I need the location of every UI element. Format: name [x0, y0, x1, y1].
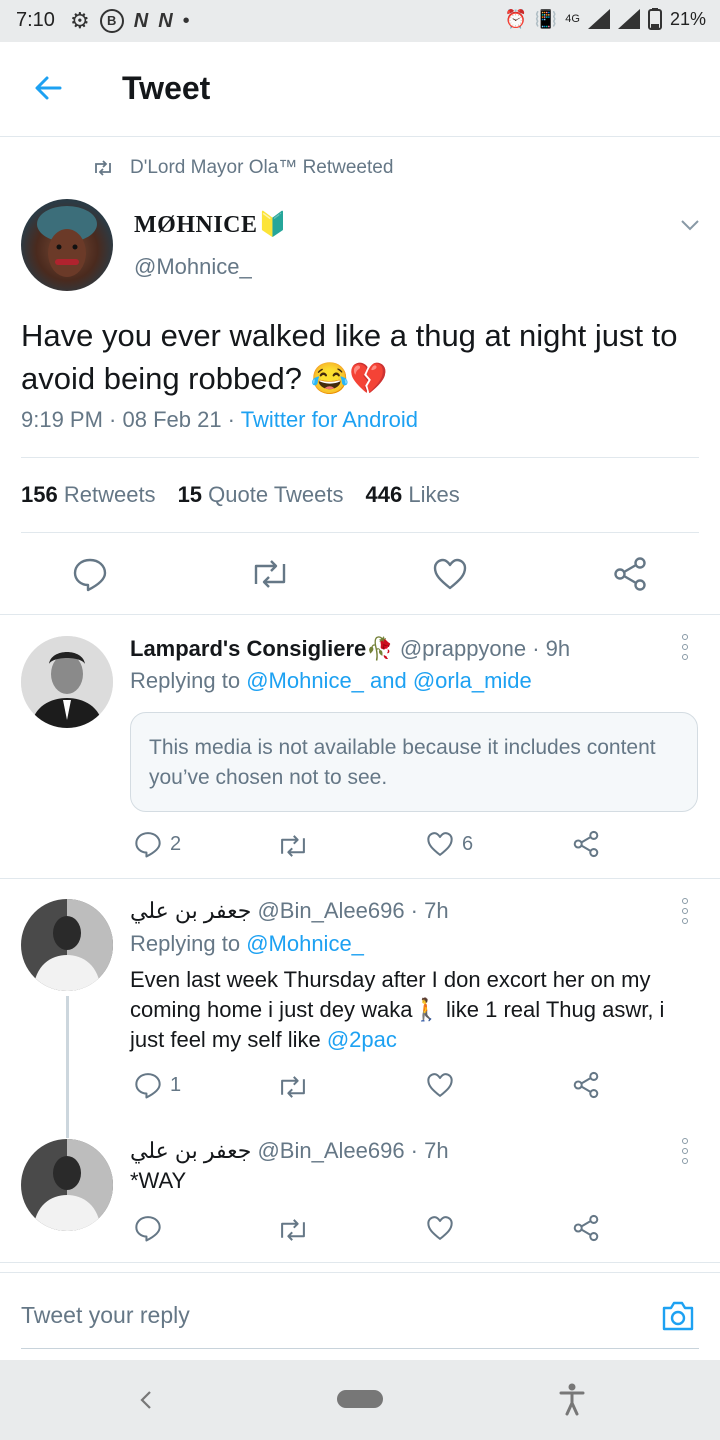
- back-arrow-icon[interactable]: [30, 70, 66, 106]
- tweet-timestamp: 9:19 PM · 08 Feb 21 · Twitter for Androi…: [21, 407, 419, 432]
- retweets-stat[interactable]: 156 Retweets: [21, 482, 156, 508]
- reply-header: جعفر بن علي @Bin_Alee696 · 7h: [130, 898, 449, 924]
- chevron-down-icon[interactable]: [680, 218, 700, 232]
- retweeted-by-label: D'Lord Mayor Ola™ Retweeted: [130, 157, 394, 178]
- replying-to: Replying to @Mohnice_: [130, 931, 364, 956]
- reply-count: 1: [170, 1073, 182, 1096]
- quote-tweets-stat[interactable]: 15 Quote Tweets: [178, 482, 344, 508]
- reply-display-name[interactable]: جعفر بن علي: [130, 898, 251, 923]
- reply-button[interactable]: 2: [134, 830, 181, 858]
- reply-text: Even last week Thursday after I don exco…: [130, 967, 665, 1052]
- status-right-icons: ⏰ 📳 4G 21%: [504, 8, 706, 30]
- reply-icon[interactable]: [134, 1214, 162, 1242]
- reply-button[interactable]: 1: [134, 1071, 181, 1099]
- retweet-icon[interactable]: [277, 1073, 309, 1101]
- more-options-icon[interactable]: [682, 898, 690, 928]
- divider: [0, 1262, 720, 1263]
- page-title: Tweet: [122, 70, 211, 106]
- signal-icon-2: [617, 9, 640, 29]
- avatar-portrait: [37, 206, 97, 277]
- beginner-badge-icon: 🔰: [257, 212, 288, 238]
- reply-display-name[interactable]: Lampard's Consigliere🥀: [130, 636, 394, 661]
- reply-count: 2: [170, 832, 182, 855]
- divider: [0, 878, 720, 879]
- media-unavailable-notice: This media is not available because it i…: [130, 712, 698, 812]
- replying-to: Replying to @Mohnice_ and @orla_mide: [130, 668, 532, 693]
- reply-header: Lampard's Consigliere🥀 @prappyone · 9h: [130, 636, 570, 662]
- dot-icon: •: [182, 9, 190, 32]
- avatar-portrait: [21, 1139, 113, 1231]
- top-app-bar: Tweet: [0, 42, 720, 137]
- like-icon[interactable]: [426, 1214, 454, 1242]
- more-options-icon[interactable]: [682, 1138, 690, 1168]
- avatar[interactable]: [21, 199, 113, 291]
- reply-input[interactable]: Tweet your reply: [21, 1302, 190, 1329]
- divider: [21, 457, 699, 458]
- status-left-icons: ⚙ B N N •: [70, 8, 190, 34]
- alarm-icon: ⏰: [504, 8, 527, 29]
- like-icon: [427, 832, 453, 856]
- reply-text: *WAY: [130, 1168, 187, 1193]
- likes-stat[interactable]: 446 Likes: [366, 482, 460, 508]
- like-icon[interactable]: [426, 1071, 454, 1099]
- reply-icon: [135, 1073, 161, 1099]
- avatar[interactable]: [21, 1139, 113, 1231]
- retweet-icon[interactable]: [250, 556, 290, 592]
- input-underline: [21, 1348, 699, 1349]
- tweet-stats: 156 Retweets 15 Quote Tweets 446 Likes: [21, 482, 460, 508]
- reply-meta: @Bin_Alee696 · 7h: [257, 1138, 449, 1163]
- share-icon[interactable]: [612, 556, 648, 592]
- battery-level: 21%: [669, 8, 706, 29]
- replying-to-mentions[interactable]: @Mohnice_ and @orla_mide: [246, 668, 532, 693]
- retweet-icon[interactable]: [277, 832, 309, 860]
- like-icon[interactable]: [432, 556, 468, 592]
- more-options-icon[interactable]: [682, 634, 690, 664]
- retweet-icon[interactable]: [277, 1216, 309, 1244]
- like-count: 6: [462, 832, 474, 855]
- share-icon[interactable]: [572, 830, 600, 858]
- display-name[interactable]: MØHNICE🔰: [134, 210, 288, 239]
- reply-display-name[interactable]: جعفر بن علي: [130, 1138, 251, 1163]
- accessibility-icon[interactable]: [558, 1382, 586, 1416]
- like-button[interactable]: 6: [426, 830, 473, 858]
- network-label: 4G: [565, 13, 580, 25]
- reply-header: جعفر بن علي @Bin_Alee696 · 7h: [130, 1138, 449, 1164]
- user-handle[interactable]: @Mohnice_: [134, 254, 252, 280]
- avatar[interactable]: [21, 899, 113, 991]
- tweet-text: Have you ever walked like a thug at nigh…: [21, 318, 678, 396]
- thread-line: [66, 996, 69, 1138]
- n-app-icon: N: [133, 9, 149, 32]
- avatar-portrait: [21, 899, 113, 991]
- reply-meta: @Bin_Alee696 · 7h: [257, 898, 449, 923]
- mention-link[interactable]: @2pac: [327, 1027, 397, 1052]
- divider: [21, 532, 699, 533]
- status-time: 7:10: [16, 9, 55, 31]
- signal-icon: [587, 9, 610, 29]
- avatar-portrait: [21, 636, 113, 728]
- reply-icon[interactable]: [72, 556, 108, 592]
- divider: [0, 1272, 720, 1273]
- back-nav-icon[interactable]: [136, 1388, 156, 1412]
- n-app-icon-2: N: [158, 9, 173, 32]
- share-icon[interactable]: [572, 1214, 600, 1242]
- battery-icon: [647, 8, 662, 30]
- tweet-source-link[interactable]: Twitter for Android: [241, 407, 418, 432]
- vibrate-icon: 📳: [534, 8, 558, 29]
- camera-icon[interactable]: [660, 1298, 696, 1334]
- share-icon[interactable]: [572, 1071, 600, 1099]
- b-app-icon: B: [99, 9, 124, 33]
- settings-icon: ⚙: [70, 8, 90, 33]
- retweet-small-icon: [95, 160, 111, 176]
- replying-to-mentions[interactable]: @Mohnice_: [246, 931, 364, 956]
- avatar[interactable]: [21, 636, 113, 728]
- reply-meta: @prappyone · 9h: [399, 636, 571, 661]
- divider: [0, 614, 720, 615]
- reply-icon: [135, 832, 161, 858]
- status-bar: 7:10 ⚙ B N N • ⏰ 📳 4G 21%: [0, 0, 720, 42]
- system-navigation-bar: [0, 1360, 720, 1440]
- home-pill-icon[interactable]: [337, 1390, 383, 1408]
